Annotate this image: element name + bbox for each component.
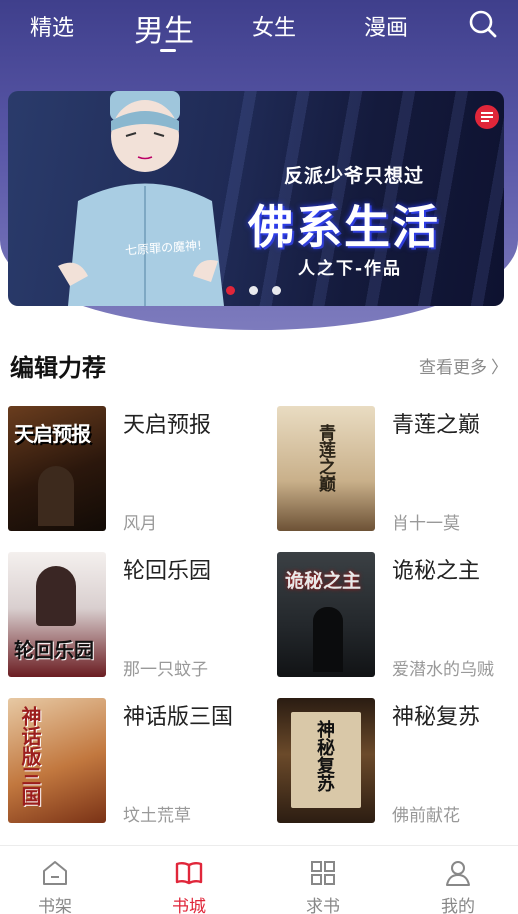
pagination-dot[interactable]	[226, 286, 235, 295]
tab-featured[interactable]: 精选	[30, 10, 74, 42]
book-title: 青莲之巅	[392, 413, 481, 438]
book-card[interactable]: 诡秘之主 诡秘之主 爱潜水的乌贼	[277, 552, 518, 680]
pagination-dot[interactable]	[249, 286, 258, 295]
active-tab-indicator	[160, 49, 176, 52]
bottom-navigation: 书架 书城 求书 我的	[0, 845, 518, 914]
book-cover: 诡秘之主	[277, 552, 375, 677]
book-card[interactable]: 神话版三国 神话版三国 坟土荒草	[8, 698, 258, 826]
banner-subtitle: 反派少爷只想过	[284, 165, 425, 187]
book-title: 诡秘之主	[392, 559, 481, 584]
book-author: 那一只蚊子	[123, 660, 208, 680]
grid-icon	[311, 861, 335, 885]
book-title: 神秘复苏	[392, 705, 481, 730]
book-author: 风月	[123, 514, 157, 534]
section-title: 编辑力荐	[10, 354, 106, 382]
pagination-dot[interactable]	[272, 286, 281, 295]
see-more-label: 查看更多	[419, 358, 487, 378]
book-author: 佛前献花	[392, 806, 460, 826]
book-author: 爱潜水的乌贼	[392, 660, 494, 680]
book-author: 肖十一莫	[392, 514, 460, 534]
publisher-logo-icon	[475, 105, 499, 129]
bookshelf-icon	[43, 861, 67, 885]
search-icon[interactable]	[468, 9, 498, 39]
chevron-right-icon: 〉	[491, 358, 508, 378]
nav-label: 书架	[38, 897, 72, 914]
tab-female[interactable]: 女生	[252, 10, 296, 42]
book-cover: 天启预报	[8, 406, 106, 531]
book-cover: 神秘复苏	[277, 698, 375, 823]
book-author: 坟土荒草	[123, 806, 191, 826]
banner-pagination	[226, 286, 281, 295]
book-title: 神话版三国	[123, 705, 234, 730]
nav-label: 书城	[172, 897, 206, 914]
nav-request-book[interactable]: 求书	[273, 846, 373, 914]
see-more-link[interactable]: 查看更多〉	[419, 353, 508, 378]
book-card[interactable]: 神秘复苏 神秘复苏 佛前献花	[277, 698, 518, 826]
book-title: 天启预报	[123, 413, 212, 438]
book-cover: 青莲之巅	[277, 406, 375, 531]
book-cover: 轮回乐园	[8, 552, 106, 677]
book-title: 轮回乐园	[123, 559, 212, 584]
nav-bookstore[interactable]: 书城	[139, 846, 239, 914]
editor-picks-header: 编辑力荐 查看更多〉	[10, 348, 508, 382]
tab-male[interactable]: 男生	[134, 6, 194, 50]
book-card[interactable]: 青莲之巅 青莲之巅 肖十一莫	[277, 406, 518, 534]
top-tab-bar: 精选 男生 女生 漫画	[0, 0, 518, 60]
book-card[interactable]: 天启预报 天启预报 风月	[8, 406, 258, 534]
banner-author: 人之下-作品	[298, 259, 403, 279]
nav-label: 我的	[441, 897, 475, 914]
person-icon	[446, 861, 470, 886]
promo-banner[interactable]: 七原罪の魔神! 反派少爷只想过 佛系生活 人之下-作品	[8, 91, 504, 306]
nav-profile[interactable]: 我的	[408, 846, 508, 914]
banner-character-illustration	[58, 91, 224, 306]
nav-label: 求书	[306, 897, 340, 914]
nav-bookshelf[interactable]: 书架	[5, 846, 105, 914]
book-cover: 神话版三国	[8, 698, 106, 823]
book-card[interactable]: 轮回乐园 轮回乐园 那一只蚊子	[8, 552, 258, 680]
tab-comics[interactable]: 漫画	[364, 10, 408, 42]
open-book-icon	[175, 862, 203, 885]
banner-title: 佛系生活	[248, 200, 440, 254]
